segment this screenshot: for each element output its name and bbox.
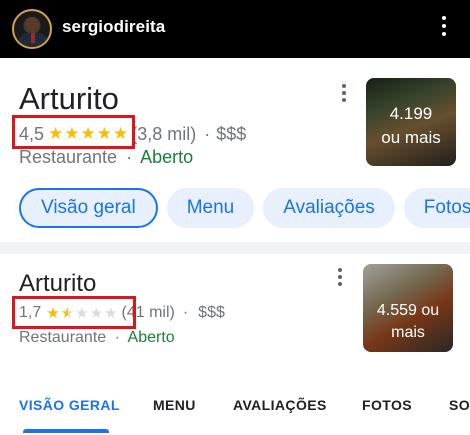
active-tab-indicator — [23, 429, 109, 433]
more-options-icon[interactable] — [436, 16, 452, 42]
avatar-tie — [31, 33, 35, 43]
place-title[interactable]: Arturito — [19, 81, 119, 117]
separator: · — [126, 147, 133, 167]
tab-photos[interactable]: FOTOS — [362, 397, 412, 413]
action-chips: Visão geral Menu Avaliações Fotos — [19, 188, 470, 228]
separator: · — [182, 304, 189, 321]
open-status: Aberto — [127, 329, 175, 346]
tab-reviews[interactable]: AVALIAÇÕES — [233, 397, 327, 413]
card-more-icon[interactable] — [335, 268, 345, 288]
photo-thumbnail[interactable]: 4.199 ou mais — [366, 78, 456, 166]
avatar[interactable] — [12, 9, 52, 49]
photo-count-suffix: ou mais — [381, 128, 441, 147]
highlight-box — [12, 296, 136, 329]
open-status: Aberto — [140, 147, 194, 167]
photo-thumbnail[interactable]: 4.559 ou mais — [363, 264, 453, 352]
tab-menu[interactable]: MENU — [153, 397, 196, 413]
category-line: Restaurante · Aberto — [19, 147, 193, 168]
category-line: Restaurante · Aberto — [19, 329, 175, 347]
post-header: sergiodireita — [0, 0, 470, 58]
separator: · — [114, 329, 120, 346]
chip-reviews[interactable]: Avaliações — [263, 188, 395, 228]
username[interactable]: sergiodireita — [62, 17, 165, 37]
avatar-face — [26, 17, 39, 32]
highlight-box — [12, 115, 135, 149]
place-card-1: Arturito 4,5 ★★★★★ (3,8 mil) · $$$ Resta… — [0, 58, 470, 242]
category: Restaurante — [19, 329, 107, 346]
card-more-icon[interactable] — [339, 84, 349, 104]
category: Restaurante — [19, 147, 118, 167]
place-title[interactable]: Arturito — [19, 270, 96, 298]
photo-count: 4.199 — [389, 104, 433, 123]
photo-count: 4.559 ou — [376, 302, 440, 319]
separator: · — [204, 123, 211, 144]
tab-overview[interactable]: VISÃO GERAL — [19, 397, 120, 413]
chip-photos[interactable]: Fotos — [403, 188, 470, 228]
price-level: $$$ — [198, 304, 225, 321]
divider — [0, 242, 470, 254]
photo-count-suffix: mais — [391, 324, 425, 341]
price-level: $$$ — [216, 123, 247, 144]
chip-menu[interactable]: Menu — [166, 188, 255, 228]
place-card-2: Arturito 1,7 ★★★★★ (41 mil) · $$$ Restau… — [0, 254, 470, 435]
tab-more[interactable]: SO — [449, 397, 470, 413]
chip-overview[interactable]: Visão geral — [19, 188, 158, 228]
tab-bar: VISÃO GERAL MENU AVALIAÇÕES FOTOS SO — [0, 394, 470, 435]
review-count[interactable]: (3,8 mil) — [131, 124, 196, 145]
